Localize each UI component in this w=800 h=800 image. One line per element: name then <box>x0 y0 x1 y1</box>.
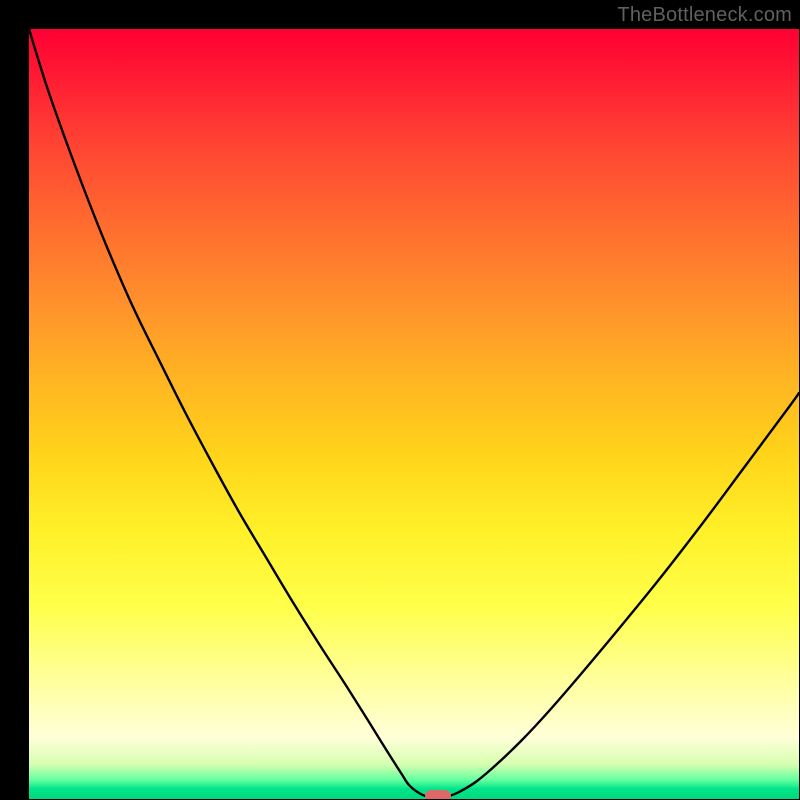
chart-stage: TheBottleneck.com <box>0 0 800 800</box>
bottleneck-curve <box>29 29 799 799</box>
plot-area <box>29 29 799 799</box>
optimum-marker <box>425 790 451 799</box>
watermark-text: TheBottleneck.com <box>617 4 792 27</box>
